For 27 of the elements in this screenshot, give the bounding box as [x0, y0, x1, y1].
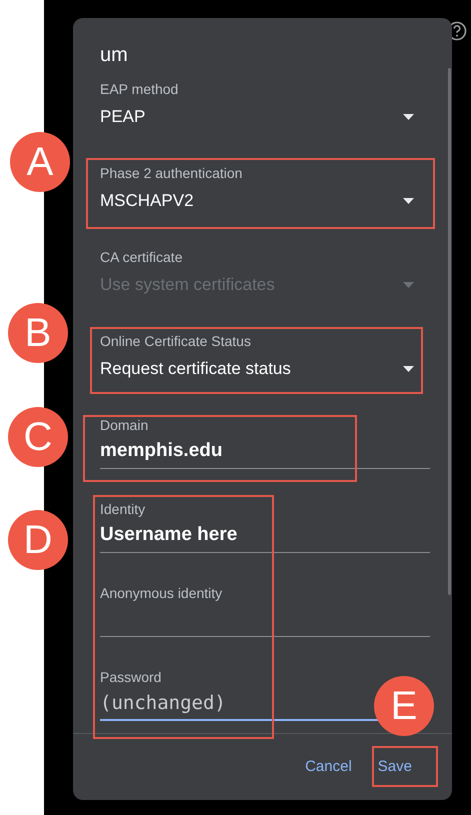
dialog-button[interactable]: Save [370, 750, 420, 784]
field-label: Anonymous identity [100, 584, 224, 603]
field-label: Password [100, 668, 162, 687]
callout-marker: B [8, 303, 68, 363]
dropdown-caret-icon [403, 366, 414, 372]
dialog-button[interactable]: Cancel [297, 750, 360, 784]
dialog-title: um [100, 43, 129, 68]
input-field[interactable]: memphis.edu [100, 439, 430, 469]
field-label: CA certificate [100, 248, 184, 267]
dropdown-caret-icon [403, 198, 414, 204]
dropdown-caret-icon [403, 114, 414, 120]
field-label: Phase 2 authentication [100, 164, 244, 183]
callout-marker: A [10, 132, 70, 192]
dropdown-value[interactable]: PEAP [100, 106, 146, 128]
scrollbar[interactable] [448, 68, 451, 595]
callout-marker: D [8, 510, 68, 570]
dropdown-value[interactable]: MSCHAPV2 [100, 190, 194, 212]
input-field[interactable]: Username here [100, 523, 430, 553]
dropdown-value[interactable]: Request certificate status [100, 358, 291, 380]
field-label: EAP method [100, 80, 180, 99]
dropdown-caret-icon [403, 282, 414, 288]
password-field[interactable]: (unchanged) [100, 691, 368, 721]
callout-marker: C [8, 407, 68, 467]
field-label: Identity [100, 500, 146, 519]
field-label: Online Certificate Status [100, 332, 252, 351]
field-label: Domain [100, 416, 150, 435]
highlight-frame [372, 746, 438, 787]
